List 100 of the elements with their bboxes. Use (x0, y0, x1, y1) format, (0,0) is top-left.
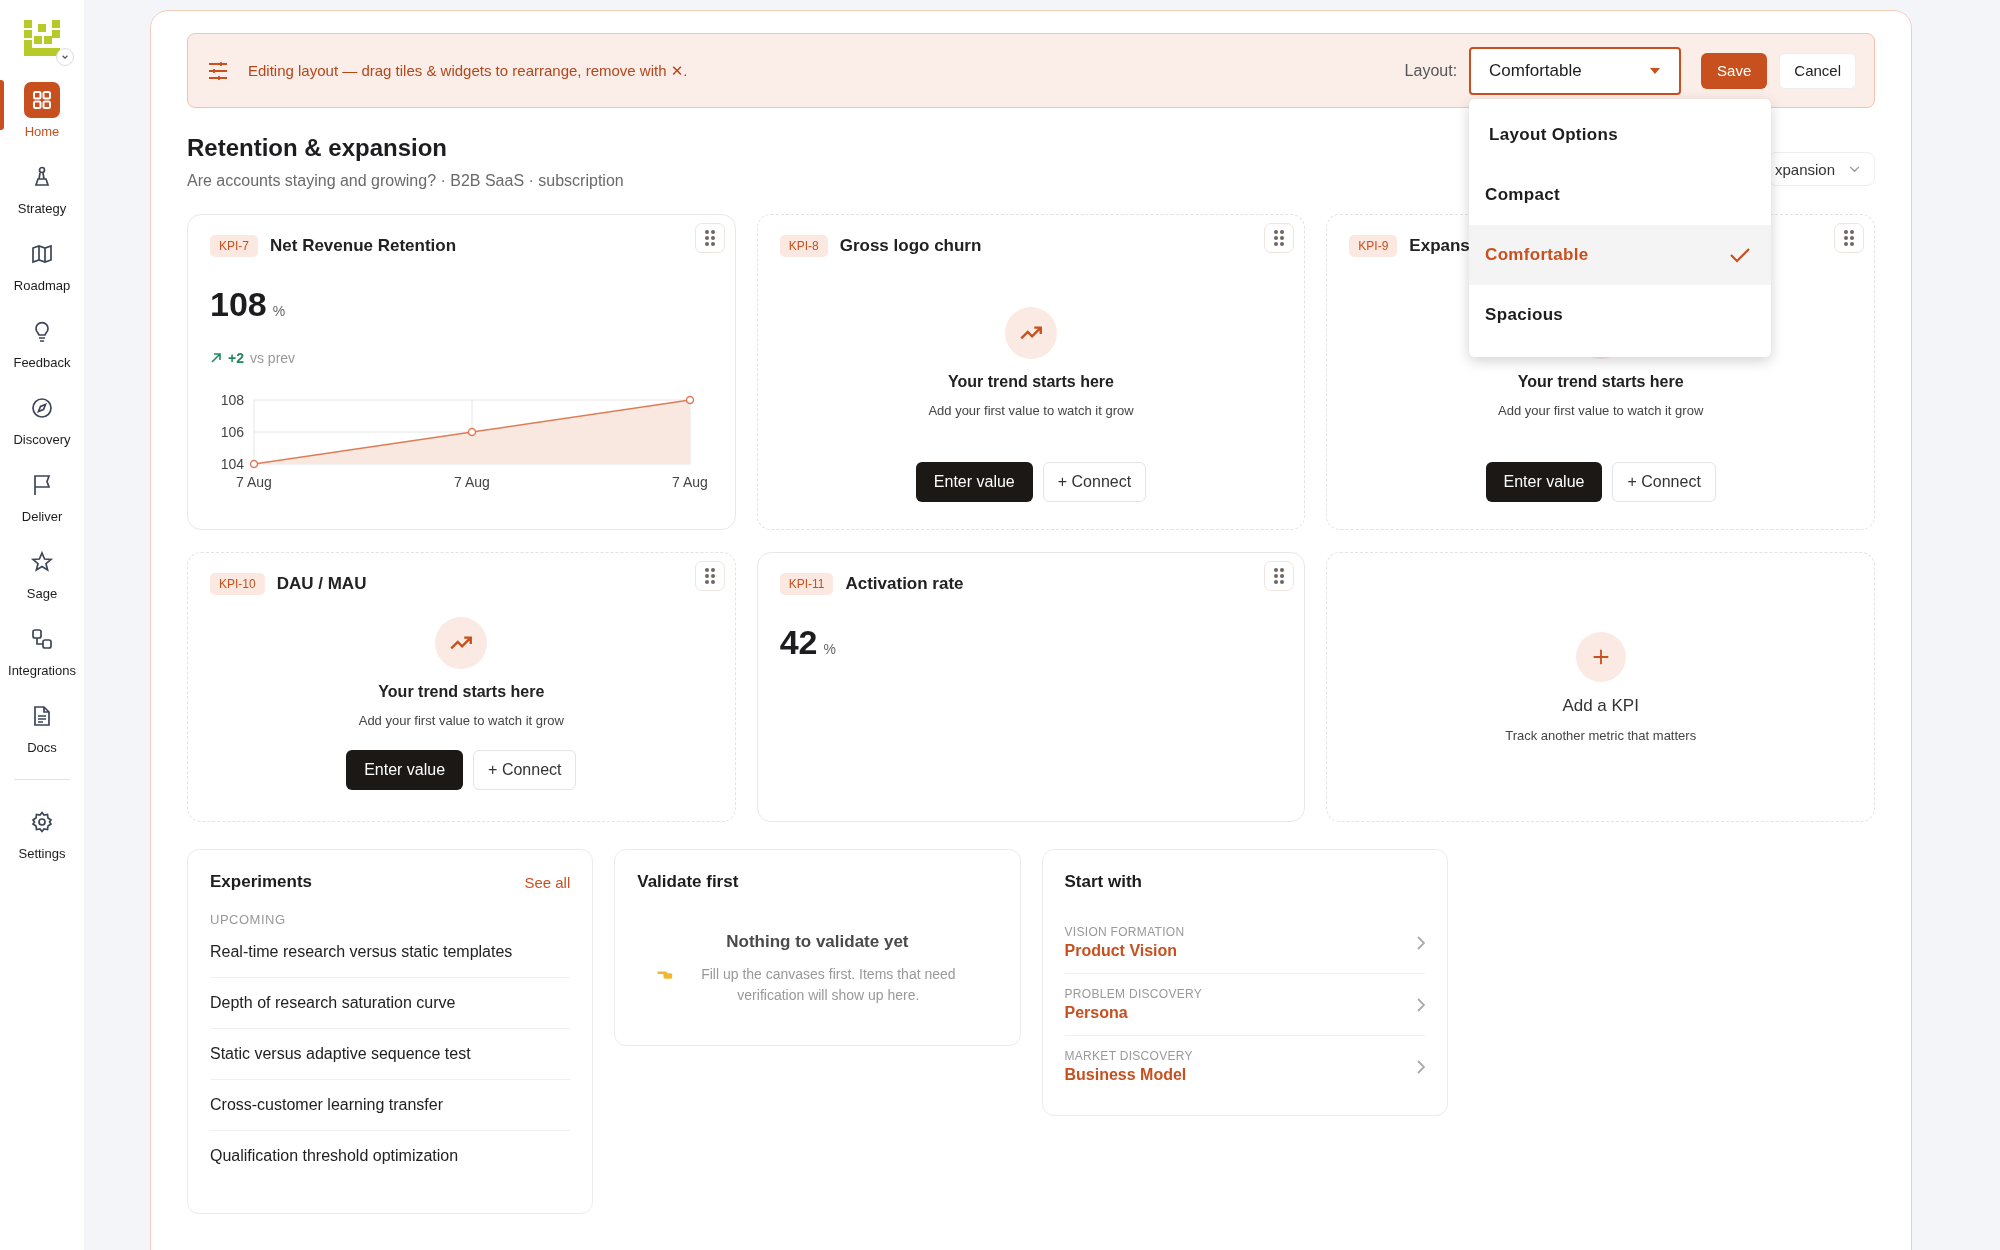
kpi-title: Gross logo churn (839, 236, 982, 256)
add-kpi-text: Track another metric that matters (1505, 727, 1697, 743)
save-button[interactable]: Save (1701, 52, 1768, 89)
y-tick-label: 108 (220, 392, 244, 408)
connect-button[interactable]: + Connect (473, 750, 577, 790)
banner-message: Editing layout — drag tiles & widgets to rearrange, remove with ✕. (248, 61, 688, 80)
add-kpi-title: Add a KPI (1562, 695, 1639, 716)
nav-item[interactable]: Roadmap (0, 228, 84, 301)
drag-handle[interactable] (694, 561, 725, 591)
kpi-unit: % (823, 641, 836, 657)
card-title: Start with (1064, 872, 1143, 892)
template-category: VISION FORMATION (1064, 925, 1185, 939)
empty-state-text: Add your first value to watch it grow (928, 403, 1134, 418)
x-tick-label: 7 Aug (672, 474, 708, 490)
y-tick-label: 106 (220, 424, 244, 440)
grid-icon (30, 88, 54, 112)
delta-value: +2 (228, 350, 244, 366)
experiment-item[interactable]: Real-time research versus static templates (210, 927, 571, 978)
kpi-id-badge: KPI-8 (779, 235, 828, 257)
see-all-link[interactable]: See all (524, 873, 571, 891)
template-item[interactable]: MARKET DISCOVERY Business Model (1064, 1036, 1425, 1097)
compass-icon (30, 396, 54, 420)
chevron-right-icon (1416, 997, 1425, 1012)
page-title: Retention & expansion (187, 134, 449, 162)
section-label: UPCOMING (210, 912, 287, 927)
kpi-id-badge: KPI-10 (210, 573, 265, 595)
enter-value-button[interactable]: Enter value (915, 462, 1033, 502)
kpi-id-badge: KPI-9 (1349, 235, 1398, 257)
empty-state-title: Your trend starts here (1517, 373, 1684, 391)
menu-option[interactable]: Comfortable (1469, 224, 1772, 285)
kpi-value: 42 (779, 623, 818, 662)
enter-value-button[interactable]: Enter value (346, 750, 464, 790)
layout-select[interactable]: Comfortable (1469, 46, 1682, 95)
delta-label: vs prev (249, 350, 296, 366)
kpi-id-badge: KPI-11 (779, 573, 834, 595)
connect-button[interactable]: + Connect (1612, 462, 1716, 502)
trending-up-icon (1005, 307, 1057, 359)
page-subtitle: Are accounts staying and growing? · B2B SaaS · subscription (187, 172, 624, 190)
layout-label: Layout: (1404, 61, 1458, 80)
empty-state-title: Your trend starts here (948, 373, 1114, 391)
nav-item[interactable]: Discovery (0, 382, 84, 455)
nav-item[interactable]: Sage (0, 536, 84, 609)
x-tick-label: 7 Aug (454, 474, 490, 490)
kpi-title: Expans (1409, 236, 1470, 256)
nav-item[interactable]: Strategy (0, 151, 84, 224)
template-name: Business Model (1064, 1066, 1188, 1084)
star-icon (30, 550, 54, 574)
x-tick-label: 7 Aug (236, 474, 272, 490)
kpi-title: Net Revenue Retention (270, 236, 457, 256)
card-title: Experiments (210, 872, 313, 892)
nav-item[interactable]: Deliver (0, 459, 84, 532)
chevron-right-icon (1416, 935, 1425, 950)
template-item[interactable]: VISION FORMATION Product Vision (1064, 912, 1425, 974)
chevron-down-icon (1849, 165, 1860, 173)
template-category: PROBLEM DISCOVERY (1064, 987, 1203, 1001)
add-kpi-card[interactable]: Add a KPI Track another metric that matters (1326, 552, 1875, 822)
enter-value-button[interactable]: Enter value (1485, 462, 1603, 502)
nav-item[interactable]: Feedback (0, 305, 84, 378)
arrow-up-right-icon (210, 352, 222, 364)
template-item[interactable]: PROBLEM DISCOVERY Persona (1064, 974, 1425, 1036)
empty-state-text: Add your first value to watch it grow (1498, 403, 1704, 418)
experiment-item[interactable]: Static versus adaptive sequence test (210, 1029, 571, 1080)
chevron-right-icon (1416, 1059, 1425, 1074)
empty-state-text: Add your first value to watch it grow (358, 713, 564, 728)
connected-nodes-icon (30, 627, 54, 651)
data-point (249, 459, 259, 469)
template-name: Persona (1064, 1004, 1129, 1022)
kpi-value: 108 (210, 285, 267, 324)
kpi-title: Activation rate (845, 574, 964, 594)
data-point (467, 427, 477, 437)
caret-icon (1649, 66, 1662, 75)
nav-item[interactable]: Docs (0, 690, 84, 763)
data-point (685, 395, 695, 405)
kpi-title: DAU / MAU (276, 574, 367, 594)
nav-item[interactable]: Integrations (0, 613, 84, 686)
menu-option[interactable]: Spacious (1469, 284, 1772, 345)
drag-handle[interactable] (1264, 561, 1295, 591)
drag-handle[interactable] (1834, 223, 1864, 253)
experiment-item[interactable]: Qualification threshold optimization (210, 1131, 571, 1181)
menu-heading: Layout Options (1488, 123, 1619, 146)
empty-state-title: Your trend starts here (378, 683, 545, 701)
experiment-item[interactable]: Depth of research saturation curve (210, 978, 571, 1029)
nav-item[interactable]: Settings (0, 796, 84, 869)
drag-handle[interactable] (694, 223, 725, 253)
empty-state-title: Nothing to validate yet (725, 932, 910, 952)
template-category: MARKET DISCOVERY (1064, 1049, 1193, 1063)
logo-icon (24, 20, 60, 56)
checkmark-icon (1729, 246, 1752, 263)
y-tick-label: 104 (220, 456, 244, 472)
experiment-item[interactable]: Cross-customer learning transfer (210, 1080, 571, 1131)
connect-button[interactable]: + Connect (1042, 462, 1147, 502)
map-icon (30, 242, 54, 266)
settings-icon (30, 810, 54, 834)
cancel-button[interactable]: Cancel (1779, 52, 1856, 89)
nav-item[interactable]: Home (0, 74, 84, 147)
kpi-id-badge: KPI-7 (210, 235, 258, 257)
card-title: Validate first (637, 872, 740, 892)
template-name: Product Vision (1064, 942, 1179, 960)
empty-state-text: Fill up the canvases first. Items that need verification will show up here. (700, 965, 957, 1005)
drag-handle[interactable] (1264, 223, 1295, 253)
